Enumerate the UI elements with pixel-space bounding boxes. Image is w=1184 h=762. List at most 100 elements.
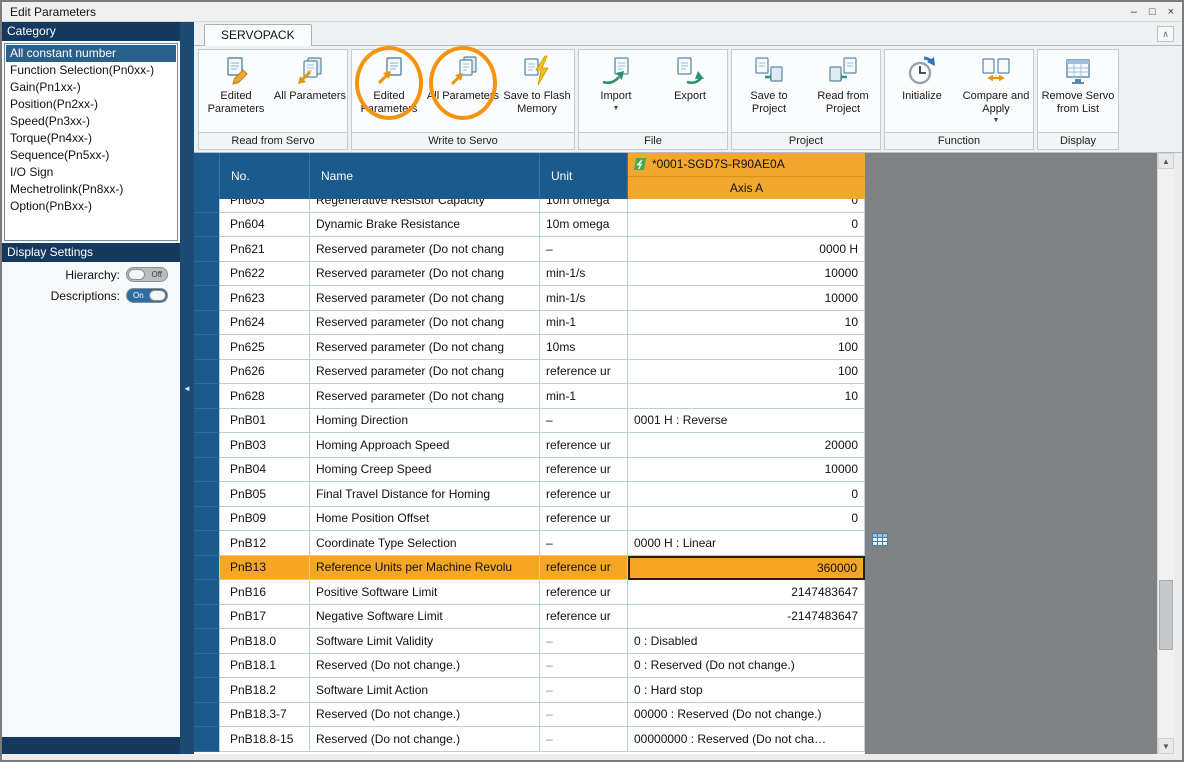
row-selector[interactable]	[194, 702, 220, 727]
write-to-servo-save-to-flash-memory-button[interactable]: Save to Flash Memory	[500, 50, 574, 132]
cell-no[interactable]: PnB18.0	[220, 629, 310, 654]
table-row-pn625[interactable]: Pn625 Reserved parameter (Do not chang 10m…	[194, 335, 865, 360]
file-export-button[interactable]: Export	[653, 50, 727, 132]
table-row-pnb18-8-15[interactable]: PnB18.8-15 Reserved (Do not change.) –0000…	[194, 727, 865, 752]
table-row-pn603[interactable]: Pn603 Regenerative Resistor Capacity 10m o…	[194, 199, 865, 213]
cell-unit[interactable]: –	[540, 531, 628, 556]
cell-value[interactable]: 10	[628, 384, 865, 409]
cell-unit[interactable]: reference ur	[540, 482, 628, 507]
cell-no[interactable]: PnB16	[220, 580, 310, 605]
cell-name[interactable]: Reserved parameter (Do not chang	[310, 335, 540, 360]
cell-unit[interactable]: 10m omega	[540, 199, 628, 213]
table-row-pnb12[interactable]: PnB12 Coordinate Type Selection –0000 H : …	[194, 531, 865, 556]
cell-value[interactable]: 0 : Reserved (Do not change.)	[628, 653, 865, 678]
cell-name[interactable]: Reserved parameter (Do not chang	[310, 359, 540, 384]
cell-no[interactable]: PnB17	[220, 604, 310, 629]
category-item-i-o-sign[interactable]: I/O Sign	[6, 164, 176, 181]
cell-unit[interactable]: –	[540, 629, 628, 654]
category-item-option-pnbxx[interactable]: Option(PnBxx-)	[6, 198, 176, 215]
write-to-servo-edited-parameters-button[interactable]: Edited Parameters	[352, 46, 426, 132]
row-selector[interactable]	[194, 531, 220, 556]
servo-column-header[interactable]: *0001-SGD7S-R90AE0A Axis A	[628, 153, 865, 199]
cell-value[interactable]: 0	[628, 212, 865, 237]
cell-value[interactable]: 2147483647	[628, 580, 865, 605]
row-selector[interactable]	[194, 433, 220, 458]
cell-value[interactable]: 00000000 : Reserved (Do not cha…	[628, 727, 865, 752]
category-item-mechetrolink-pn8xx[interactable]: Mechetrolink(Pn8xx-)	[6, 181, 176, 198]
table-row-pnb13[interactable]: PnB13 Reference Units per Machine Revolu r…	[194, 555, 865, 580]
row-selector[interactable]	[194, 457, 220, 482]
cell-no[interactable]: PnB01	[220, 408, 310, 433]
cell-unit[interactable]: –	[540, 727, 628, 752]
row-selector[interactable]	[194, 555, 220, 580]
cell-unit[interactable]: –	[540, 408, 628, 433]
cell-name[interactable]: Reserved (Do not change.)	[310, 702, 540, 727]
cell-value[interactable]: 100	[628, 359, 865, 384]
cell-name[interactable]: Homing Direction	[310, 408, 540, 433]
write-to-servo-all-parameters-button[interactable]: All Parameters	[426, 46, 500, 132]
cell-no[interactable]: PnB13	[220, 555, 310, 580]
cell-no[interactable]: PnB18.1	[220, 653, 310, 678]
category-item-position-pn2xx[interactable]: Position(Pn2xx-)	[6, 96, 176, 113]
cell-no[interactable]: Pn628	[220, 384, 310, 409]
dropdown-arrow-icon[interactable]: ▼	[993, 117, 1000, 124]
table-row-pn623[interactable]: Pn623 Reserved parameter (Do not chang min…	[194, 286, 865, 311]
cell-name[interactable]: Reference Units per Machine Revolu	[310, 555, 540, 580]
cell-unit[interactable]: –	[540, 653, 628, 678]
cell-value[interactable]: 360000	[628, 555, 865, 580]
cell-value[interactable]: 0000 H : Linear	[628, 531, 865, 556]
cell-no[interactable]: PnB18.8-15	[220, 727, 310, 752]
cell-name[interactable]: Reserved (Do not change.)	[310, 727, 540, 752]
cell-value[interactable]: 0000 H	[628, 237, 865, 262]
cell-no[interactable]: PnB04	[220, 457, 310, 482]
cell-edit-grid-icon[interactable]	[872, 533, 888, 546]
column-header-unit[interactable]: Unit	[540, 153, 628, 199]
table-row-pn624[interactable]: Pn624 Reserved parameter (Do not chang min…	[194, 310, 865, 335]
cell-unit[interactable]: reference ur	[540, 433, 628, 458]
cell-name[interactable]: Coordinate Type Selection	[310, 531, 540, 556]
cell-unit[interactable]: –	[540, 702, 628, 727]
scrollbar-thumb[interactable]	[1159, 580, 1173, 650]
cell-unit[interactable]: min-1	[540, 384, 628, 409]
cell-no[interactable]: PnB18.2	[220, 678, 310, 703]
cell-value[interactable]: 10000	[628, 286, 865, 311]
dropdown-arrow-icon[interactable]: ▼	[613, 105, 620, 112]
function-compare-and-apply-button[interactable]: Compare and Apply ▼	[959, 50, 1033, 132]
cell-unit[interactable]: reference ur	[540, 506, 628, 531]
table-row-pn604[interactable]: Pn604 Dynamic Brake Resistance 10m omega 0	[194, 212, 865, 237]
table-row-pnb03[interactable]: PnB03 Homing Approach Speed reference ur 20…	[194, 433, 865, 458]
category-item-gain-pn1xx[interactable]: Gain(Pn1xx-)	[6, 79, 176, 96]
cell-name[interactable]: Reserved parameter (Do not chang	[310, 310, 540, 335]
cell-unit[interactable]: reference ur	[540, 359, 628, 384]
cell-unit[interactable]: –	[540, 678, 628, 703]
table-row-pnb01[interactable]: PnB01 Homing Direction –0001 H : Reverse	[194, 408, 865, 433]
cell-unit[interactable]: 10ms	[540, 335, 628, 360]
cell-name[interactable]: Reserved parameter (Do not chang	[310, 237, 540, 262]
cell-value[interactable]: 00000 : Reserved (Do not change.)	[628, 702, 865, 727]
cell-name[interactable]: Reserved parameter (Do not chang	[310, 384, 540, 409]
row-selector[interactable]	[194, 604, 220, 629]
cell-unit[interactable]: reference ur	[540, 580, 628, 605]
cell-no[interactable]: Pn621	[220, 237, 310, 262]
row-selector[interactable]	[194, 580, 220, 605]
cell-name[interactable]: Final Travel Distance for Homing	[310, 482, 540, 507]
function-initialize-button[interactable]: Initialize	[885, 50, 959, 132]
cell-no[interactable]: Pn604	[220, 212, 310, 237]
cell-name[interactable]: Regenerative Resistor Capacity	[310, 199, 540, 213]
cell-name[interactable]: Homing Creep Speed	[310, 457, 540, 482]
category-item-sequence-pn5xx[interactable]: Sequence(Pn5xx-)	[6, 147, 176, 164]
column-header-no[interactable]: No.	[220, 153, 310, 199]
cell-unit[interactable]: –	[540, 237, 628, 262]
table-row-pnb09[interactable]: PnB09 Home Position Offset reference ur 0	[194, 506, 865, 531]
cell-no[interactable]: PnB05	[220, 482, 310, 507]
scroll-down-arrow[interactable]: ▼	[1158, 738, 1174, 754]
table-row-pn628[interactable]: Pn628 Reserved parameter (Do not chang min…	[194, 384, 865, 409]
cell-name[interactable]: Homing Approach Speed	[310, 433, 540, 458]
vertical-scrollbar[interactable]: ▲ ▼	[1157, 153, 1174, 754]
row-selector[interactable]	[194, 261, 220, 286]
table-row-pnb17[interactable]: PnB17 Negative Software Limit reference ur…	[194, 604, 865, 629]
row-selector[interactable]	[194, 212, 220, 237]
cell-no[interactable]: Pn603	[220, 199, 310, 213]
category-item-function-selection-pn0xx[interactable]: Function Selection(Pn0xx-)	[6, 62, 176, 79]
cell-value[interactable]: 0 : Hard stop	[628, 678, 865, 703]
